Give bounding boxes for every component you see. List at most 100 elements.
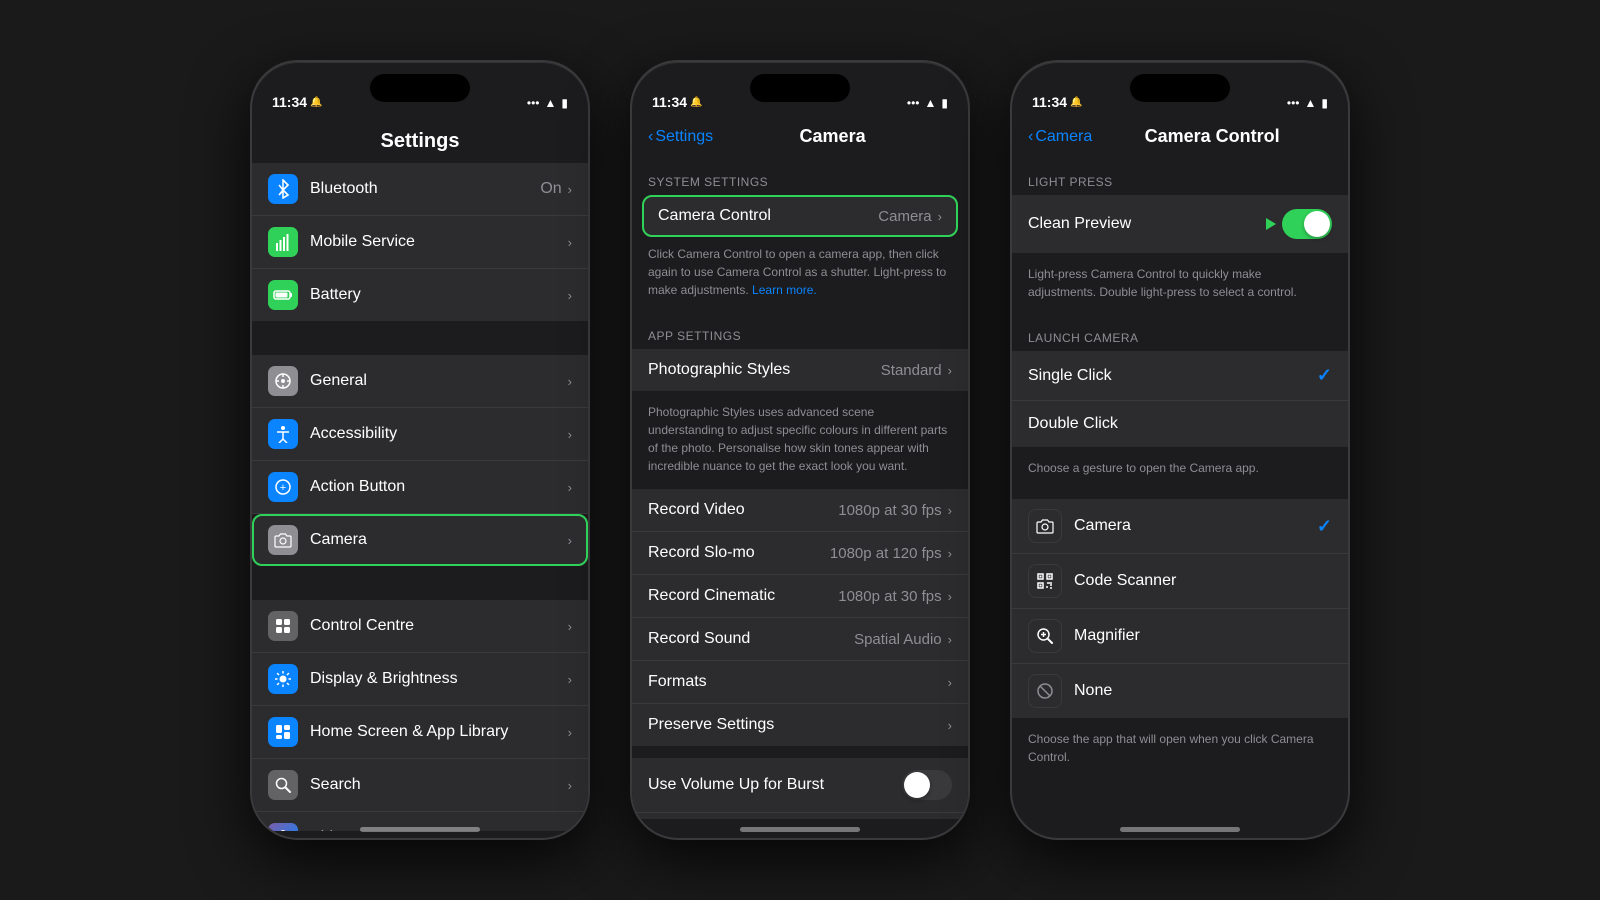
formats-right: › (948, 675, 952, 690)
app-none-label: None (1074, 682, 1112, 700)
bluetooth-chevron: › (568, 182, 572, 197)
clean-preview-toggle[interactable] (1282, 209, 1332, 239)
display-icon (268, 664, 298, 694)
bluetooth-icon (268, 174, 298, 204)
bluetooth-label: Bluetooth (310, 180, 540, 198)
clean-preview-item[interactable]: Clean Preview (1012, 195, 1348, 253)
preserve-settings-label: Preserve Settings (648, 716, 774, 734)
display-chevron: › (568, 672, 572, 687)
settings-list[interactable]: Bluetooth On › Mobile Service › Battery (252, 163, 588, 831)
record-cinematic-chevron: › (948, 589, 952, 604)
learn-more-link[interactable]: Learn more. (752, 283, 817, 297)
app-scanner-icon (1028, 564, 1062, 598)
green-arrow-head (1266, 218, 1276, 230)
action-chevron: › (568, 480, 572, 495)
control-chevron: › (568, 619, 572, 634)
system-settings-header: SYSTEM SETTINGS (632, 159, 968, 195)
record-video-item[interactable]: Record Video 1080p at 30 fps › (632, 489, 968, 532)
status-icons-1: ••• ▲ ▮ (527, 96, 568, 110)
record-video-chevron: › (948, 503, 952, 518)
settings-item-action[interactable]: + Action Button › (252, 461, 588, 514)
wifi-icon-1: ▲ (545, 96, 557, 110)
photographic-styles-right: Standard › (881, 362, 952, 379)
launch-desc: Choose a gesture to open the Camera app. (1012, 451, 1348, 491)
camera-control-label: Camera Control (658, 207, 771, 225)
photographic-styles-value: Standard (881, 362, 942, 379)
settings-item-accessibility[interactable]: Accessibility › (252, 408, 588, 461)
photographic-styles-item[interactable]: Photographic Styles Standard › (632, 349, 968, 391)
dynamic-island-3 (1130, 74, 1230, 102)
home-indicator-2 (740, 827, 860, 832)
mobile-icon (268, 227, 298, 257)
record-video-right: 1080p at 30 fps › (838, 502, 952, 519)
camera-control-item[interactable]: Camera Control Camera › (642, 195, 958, 237)
clean-preview-right (1260, 209, 1332, 239)
single-click-item[interactable]: Single Click ✓ (1012, 351, 1348, 401)
battery-icon-3: ▮ (1321, 96, 1328, 110)
settings-title: Settings (252, 118, 588, 163)
general-label: General (310, 372, 568, 390)
camera-back-button[interactable]: ‹ Camera (1028, 128, 1092, 146)
volume-burst-item[interactable]: Use Volume Up for Burst (632, 758, 968, 813)
camera-chevron-1: › (568, 533, 572, 548)
status-time-1: 11:34 🔔 (272, 94, 323, 110)
settings-item-battery[interactable]: Battery › (252, 269, 588, 321)
control-list[interactable]: LIGHT PRESS Clean Preview Light-press Ca… (1012, 159, 1348, 819)
group-sep-cam (632, 750, 968, 758)
control-icon (268, 611, 298, 641)
status-time-3: 11:34 🔔 (1032, 94, 1083, 110)
app-none-item[interactable]: None (1012, 664, 1348, 718)
record-sound-label: Record Sound (648, 630, 750, 648)
settings-item-general[interactable]: General › (252, 355, 588, 408)
accessibility-chevron: › (568, 427, 572, 442)
settings-item-control[interactable]: Control Centre › (252, 600, 588, 653)
app-options-group: Camera ✓ Code Scanner Magnifier (1012, 499, 1348, 718)
status-icons-2: ••• ▲ ▮ (907, 96, 948, 110)
settings-item-mobile[interactable]: Mobile Service › (252, 216, 588, 269)
record-slomo-label: Record Slo-mo (648, 544, 755, 562)
record-slomo-item[interactable]: Record Slo-mo 1080p at 120 fps › (632, 532, 968, 575)
bluetooth-value: On (540, 180, 561, 198)
settings-item-homescreen[interactable]: Home Screen & App Library › (252, 706, 588, 759)
double-click-item[interactable]: Double Click (1012, 401, 1348, 447)
record-cinematic-right: 1080p at 30 fps › (838, 588, 952, 605)
record-video-value: 1080p at 30 fps (838, 502, 941, 519)
app-magnifier-item[interactable]: Magnifier (1012, 609, 1348, 664)
wifi-icon-3: ▲ (1305, 96, 1317, 110)
camera-list[interactable]: SYSTEM SETTINGS Camera Control Camera › … (632, 159, 968, 819)
phone-1: 11:34 🔔 ••• ▲ ▮ Settings Bluetooth On › (250, 60, 590, 840)
settings-item-display[interactable]: Display & Brightness › (252, 653, 588, 706)
preserve-settings-item[interactable]: Preserve Settings › (632, 704, 968, 746)
toggle-settings-group: Use Volume Up for Burst Scan QR Codes Sh… (632, 758, 968, 819)
record-cinematic-item[interactable]: Record Cinematic 1080p at 30 fps › (632, 575, 968, 618)
homescreen-label: Home Screen & App Library (310, 723, 568, 741)
camera-control-value: Camera (878, 208, 931, 225)
settings-item-camera[interactable]: Camera › (252, 514, 588, 566)
settings-group-3: Control Centre › Display & Brightness › … (252, 600, 588, 831)
settings-item-search[interactable]: Search › (252, 759, 588, 812)
app-camera-item[interactable]: Camera ✓ (1012, 499, 1348, 554)
preserve-settings-chevron: › (948, 718, 952, 733)
camera-screen: ‹ Settings Camera SYSTEM SETTINGS Camera… (632, 118, 968, 838)
app-desc: Choose the app that will open when you c… (1012, 722, 1348, 780)
app-scanner-item[interactable]: Code Scanner (1012, 554, 1348, 609)
display-label: Display & Brightness (310, 670, 568, 688)
volume-burst-toggle[interactable] (902, 770, 952, 800)
signal-icon-2: ••• (907, 96, 920, 110)
record-sound-item[interactable]: Record Sound Spatial Audio › (632, 618, 968, 661)
settings-group-2: General › Accessibility › + Action Butto… (252, 355, 588, 566)
settings-item-bluetooth[interactable]: Bluetooth On › (252, 163, 588, 216)
general-chevron: › (568, 374, 572, 389)
back-label-2: Settings (655, 128, 713, 146)
camera-icon-1 (268, 525, 298, 555)
formats-item[interactable]: Formats › (632, 661, 968, 704)
record-sound-chevron: › (948, 632, 952, 647)
action-label: Action Button (310, 478, 568, 496)
scan-qr-item[interactable]: Scan QR Codes (632, 813, 968, 819)
settings-back-button[interactable]: ‹ Settings (648, 128, 713, 146)
siri-chevron: › (568, 831, 572, 832)
search-icon-1 (268, 770, 298, 800)
app-magnifier-label: Magnifier (1074, 627, 1140, 645)
back-chevron-2: ‹ (648, 128, 653, 146)
camera-nav-bar: ‹ Settings Camera (632, 118, 968, 159)
